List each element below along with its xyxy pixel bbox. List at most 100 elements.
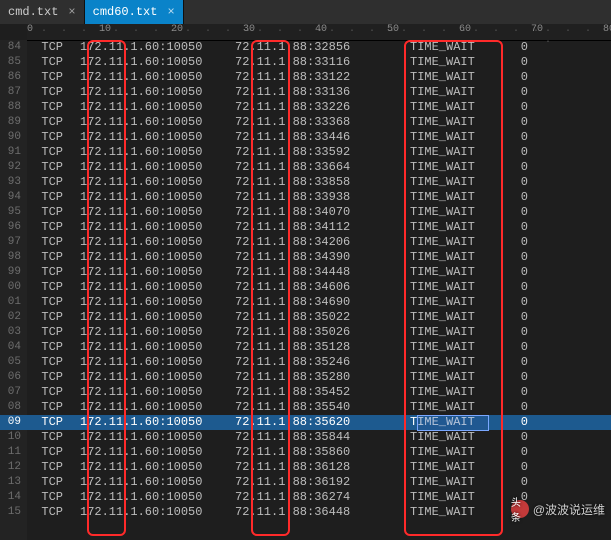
cell-proto: TCP [27,280,80,295]
editor-window: cmd.txt× cmd60.txt × 0. . . .10. . . .20. … [0,0,611,540]
table-row[interactable]: TCP172.11.1.60:1005072.11.1.88:35860TIME… [27,445,611,460]
line-number: 13 [0,475,27,490]
column-ruler: 0. . . .10. . . .20. . . .30. . . .40. .… [27,24,611,41]
close-icon[interactable]: × [167,5,174,19]
cell-local: 172.11.1.60:10050 [80,250,235,265]
ruler-tick: 40 [315,24,327,35]
table-row[interactable]: TCP172.11.1.60:1005072.11.1.88:33368TIME… [27,115,611,130]
cell-state: TIME_WAIT [410,175,508,190]
tab-cmd-txt[interactable]: cmd.txt× [0,0,85,24]
close-icon[interactable]: × [68,5,75,19]
table-row[interactable]: TCP172.11.1.60:1005072.11.1.88:35844TIME… [27,430,611,445]
cell-local: 172.11.1.60:10050 [80,490,235,505]
cell-pid: 0 [508,400,528,415]
cell-local: 172.11.1.60:10050 [80,475,235,490]
cell-pid: 0 [508,325,528,340]
line-number: 84 [0,40,27,55]
table-row[interactable]: TCP172.11.1.60:1005072.11.1.88:33858TIME… [27,175,611,190]
table-row[interactable]: TCP172.11.1.60:1005072.11.1.88:35128TIME… [27,340,611,355]
cell-state: TIME_WAIT [410,115,508,130]
table-row[interactable]: TCP172.11.1.60:1005072.11.1.88:35026TIME… [27,325,611,340]
cell-remote: 72.11.1.88:35026 [235,325,410,340]
cell-proto: TCP [27,85,80,100]
cell-state: TIME_WAIT [410,40,508,55]
cell-pid: 0 [508,220,528,235]
cell-state: TIME_WAIT [410,340,508,355]
cell-local: 172.11.1.60:10050 [80,190,235,205]
table-row[interactable]: TCP172.11.1.60:1005072.11.1.88:35280TIME… [27,370,611,385]
table-row[interactable]: TCP172.11.1.60:1005072.11.1.88:34206TIME… [27,235,611,250]
watermark: 头条 @波波说运维 [511,500,605,518]
cell-pid: 0 [508,40,528,55]
cell-state: TIME_WAIT [410,355,508,370]
table-row[interactable]: TCP172.11.1.60:1005072.11.1.88:32856TIME… [27,40,611,55]
cell-proto: TCP [27,385,80,400]
cell-local: 172.11.1.60:10050 [80,130,235,145]
table-row[interactable]: TCP172.11.1.60:1005072.11.1.88:33136TIME… [27,85,611,100]
ruler-tick: 30 [243,24,255,35]
table-row[interactable]: TCP172.11.1.60:1005072.11.1.88:36128TIME… [27,460,611,475]
table-row[interactable]: TCP172.11.1.60:1005072.11.1.88:33592TIME… [27,145,611,160]
cell-remote: 72.11.1.88:36274 [235,490,410,505]
table-row[interactable]: TCP172.11.1.60:1005072.11.1.88:33226TIME… [27,100,611,115]
cell-remote: 72.11.1.88:36448 [235,505,410,520]
table-row[interactable]: TCP172.11.1.60:1005072.11.1.88:33664TIME… [27,160,611,175]
cell-local: 172.11.1.60:10050 [80,115,235,130]
cell-proto: TCP [27,100,80,115]
cell-proto: TCP [27,250,80,265]
cell-state: TIME_WAIT [410,310,508,325]
cell-state: TIME_WAIT [410,145,508,160]
tab-label: cmd60.txt [93,5,158,19]
cell-local: 172.11.1.60:10050 [80,295,235,310]
line-number: 04 [0,340,27,355]
cell-local: 172.11.1.60:10050 [80,325,235,340]
line-number: 88 [0,100,27,115]
cell-state: TIME_WAIT [410,160,508,175]
table-row[interactable]: TCP172.11.1.60:1005072.11.1.88:35246TIME… [27,355,611,370]
table-row[interactable]: TCP172.11.1.60:1005072.11.1.88:36192TIME… [27,475,611,490]
cell-remote: 72.11.1.88:35844 [235,430,410,445]
table-row[interactable]: TCP172.11.1.60:1005072.11.1.88:34390TIME… [27,250,611,265]
table-row[interactable]: TCP172.11.1.60:1005072.11.1.88:33116TIME… [27,55,611,70]
cell-remote: 72.11.1.88:35022 [235,310,410,325]
code-area[interactable]: TCP172.11.1.60:1005072.11.1.88:32856TIME… [27,40,611,540]
cell-remote: 72.11.1.88:34690 [235,295,410,310]
cell-state: TIME_WAIT [410,460,508,475]
line-number: 96 [0,220,27,235]
table-row[interactable]: TCP172.11.1.60:1005072.11.1.88:34448TIME… [27,265,611,280]
table-row[interactable]: TCP172.11.1.60:1005072.11.1.88:35022TIME… [27,310,611,325]
table-row[interactable]: TCP172.11.1.60:1005072.11.1.88:35452TIME… [27,385,611,400]
cell-pid: 0 [508,130,528,145]
line-number: 05 [0,355,27,370]
table-row[interactable]: TCP172.11.1.60:1005072.11.1.88:34112TIME… [27,220,611,235]
tab-cmd60-txt[interactable]: cmd60.txt × [85,0,184,24]
cell-local: 172.11.1.60:10050 [80,235,235,250]
table-row[interactable]: TCP172.11.1.60:1005072.11.1.88:35620TIME… [27,415,611,430]
cell-proto: TCP [27,355,80,370]
ruler-tick: 10 [99,24,111,35]
table-row[interactable]: TCP172.11.1.60:1005072.11.1.88:33122TIME… [27,70,611,85]
table-row[interactable]: TCP172.11.1.60:1005072.11.1.88:34070TIME… [27,205,611,220]
table-row[interactable]: TCP172.11.1.60:1005072.11.1.88:35540TIME… [27,400,611,415]
cell-remote: 72.11.1.88:33592 [235,145,410,160]
table-row[interactable]: TCP172.11.1.60:1005072.11.1.88:33446TIME… [27,130,611,145]
cell-state: TIME_WAIT [410,400,508,415]
cell-pid: 0 [508,385,528,400]
cell-remote: 72.11.1.88:35452 [235,385,410,400]
table-row[interactable]: TCP172.11.1.60:1005072.11.1.88:34606TIME… [27,280,611,295]
cell-proto: TCP [27,490,80,505]
table-row[interactable]: TCP172.11.1.60:1005072.11.1.88:34690TIME… [27,295,611,310]
cell-pid: 0 [508,355,528,370]
cell-proto: TCP [27,340,80,355]
table-row[interactable]: TCP172.11.1.60:1005072.11.1.88:33938TIME… [27,190,611,205]
ruler-tick: 70 [531,24,543,35]
line-number: 15 [0,505,27,520]
cell-pid: 0 [508,430,528,445]
cell-proto: TCP [27,205,80,220]
line-number: 00 [0,280,27,295]
cell-remote: 72.11.1.88:33136 [235,85,410,100]
cell-proto: TCP [27,445,80,460]
cell-state: TIME_WAIT [410,220,508,235]
cell-pid: 0 [508,310,528,325]
cell-state: TIME_WAIT [410,445,508,460]
